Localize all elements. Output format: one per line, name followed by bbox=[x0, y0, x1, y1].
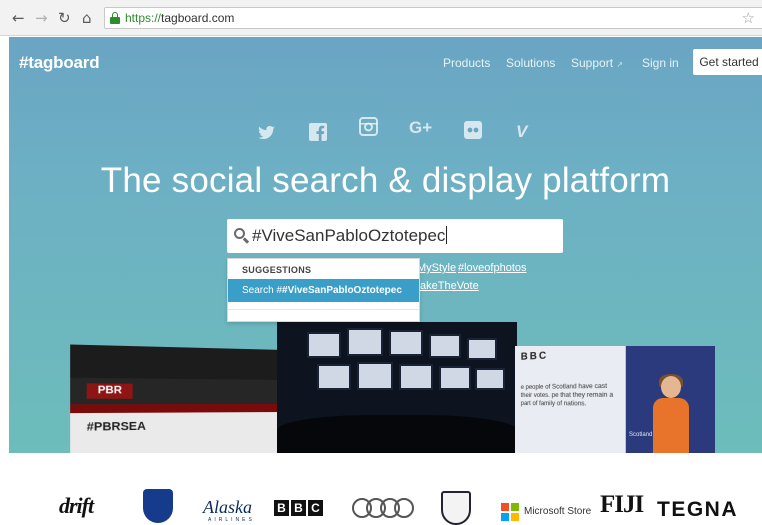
forward-icon[interactable]: → bbox=[35, 9, 48, 27]
audience-silhouette bbox=[277, 415, 517, 453]
bbc-letter: C bbox=[308, 500, 323, 516]
suggested-tag-mystyle[interactable]: MyStyle bbox=[417, 262, 456, 274]
wall-tile bbox=[317, 364, 351, 390]
presenter-figure bbox=[651, 376, 691, 453]
wall-tile bbox=[357, 362, 393, 390]
external-link-icon: ↗ bbox=[616, 60, 623, 69]
text-caret bbox=[446, 226, 447, 244]
mls-logo bbox=[441, 491, 471, 525]
alaska-airlines-logo: Alaska bbox=[203, 497, 252, 518]
nav-sign-in[interactable]: Sign in bbox=[642, 56, 679, 70]
microsoft-store-logo: Microsoft Store bbox=[524, 506, 591, 517]
audi-logo bbox=[352, 498, 414, 518]
facebook-icon bbox=[309, 123, 327, 145]
google-plus-icon: G+ bbox=[409, 117, 432, 139]
suggested-tag-loveofphotos[interactable]: #loveofphotos bbox=[458, 262, 527, 274]
back-icon[interactable]: ← bbox=[12, 9, 25, 27]
bbc-letter: B bbox=[291, 500, 306, 516]
twitter-icon bbox=[258, 125, 276, 147]
microsoft-logo-icon bbox=[501, 503, 519, 521]
suggestion-prefix: Search # bbox=[242, 285, 282, 296]
hero-headline: The social search & display platform bbox=[9, 161, 762, 201]
wall-tile bbox=[347, 328, 383, 356]
pbr-screenshot: PBR #PBRSEA bbox=[70, 344, 285, 453]
wall-tile bbox=[429, 334, 461, 358]
formula-drift-logo: drift bbox=[59, 493, 93, 519]
wall-tile bbox=[475, 368, 505, 390]
address-bar[interactable]: https://tagboard.com ☆ bbox=[104, 7, 762, 29]
bookmark-star-icon[interactable]: ☆ bbox=[742, 9, 755, 27]
bbc-screen-text: e people of Scotland have cast their vot… bbox=[521, 382, 619, 409]
nav-products[interactable]: Products bbox=[443, 56, 490, 70]
bbc-screen-logo: BBC bbox=[521, 350, 548, 362]
search-input[interactable]: #ViveSanPabloOztotepec bbox=[227, 219, 563, 253]
browser-toolbar: ← → ↻ ⌂ https://tagboard.com ☆ bbox=[0, 0, 762, 36]
vine-icon: V bbox=[516, 121, 527, 143]
suggestion-term: #ViveSanPabloOztotepec bbox=[282, 285, 402, 296]
customer-logos: drift Alaska AIRLINES B B C Microsoft St… bbox=[0, 453, 762, 525]
suggestions-header: SUGGESTIONS bbox=[242, 265, 311, 275]
bbc-letter: B bbox=[274, 500, 289, 516]
flickr-icon bbox=[464, 121, 482, 143]
wall-tile bbox=[439, 366, 471, 390]
url-text: https://tagboard.com bbox=[125, 11, 234, 25]
pbr-header bbox=[70, 344, 285, 380]
pbr-hashtag: #PBRSEA bbox=[87, 420, 146, 434]
pbr-logo: PBR bbox=[87, 383, 133, 398]
wall-tile bbox=[389, 330, 423, 356]
bbc-logo: B B C bbox=[274, 500, 323, 516]
nav-support[interactable]: Support ↗ bbox=[571, 56, 623, 70]
wall-tile bbox=[307, 332, 341, 358]
alaska-airlines-subtext: AIRLINES bbox=[208, 517, 255, 523]
nav-solutions[interactable]: Solutions bbox=[506, 56, 555, 70]
event-wall-photo bbox=[277, 322, 517, 453]
wall-tile bbox=[467, 338, 497, 360]
suggestion-search-item[interactable]: Search ##ViveSanPabloOztotepec bbox=[228, 279, 419, 302]
tagboard-logo[interactable]: #tagboard bbox=[19, 53, 99, 73]
search-value: #ViveSanPabloOztotepec bbox=[252, 225, 447, 247]
instagram-icon bbox=[359, 117, 378, 139]
home-icon[interactable]: ⌂ bbox=[82, 9, 92, 27]
search-suggestions-dropdown: SUGGESTIONS Search ##ViveSanPabloOztotep… bbox=[227, 258, 420, 322]
nav-support-label: Support bbox=[571, 56, 613, 70]
reload-icon[interactable]: ↻ bbox=[58, 9, 71, 27]
everton-logo bbox=[143, 489, 173, 523]
bbc-display-wall: BBC e people of Scotland have cast their… bbox=[515, 346, 626, 453]
fiji-water-logo: FIJI bbox=[600, 491, 643, 519]
dropdown-divider bbox=[228, 309, 419, 310]
search-icon bbox=[234, 228, 250, 244]
get-started-button[interactable]: Get started bbox=[693, 49, 762, 75]
bbc-studio-photo: BBC e people of Scotland have cast their… bbox=[515, 346, 715, 453]
wall-tile bbox=[399, 364, 433, 390]
hero-section: #tagboard Products Solutions Support ↗ S… bbox=[9, 37, 762, 453]
lock-icon bbox=[110, 12, 120, 24]
tegna-logo: TEGNA bbox=[657, 498, 738, 522]
suggested-tag-takethevote[interactable]: akeTheVote bbox=[420, 280, 479, 292]
